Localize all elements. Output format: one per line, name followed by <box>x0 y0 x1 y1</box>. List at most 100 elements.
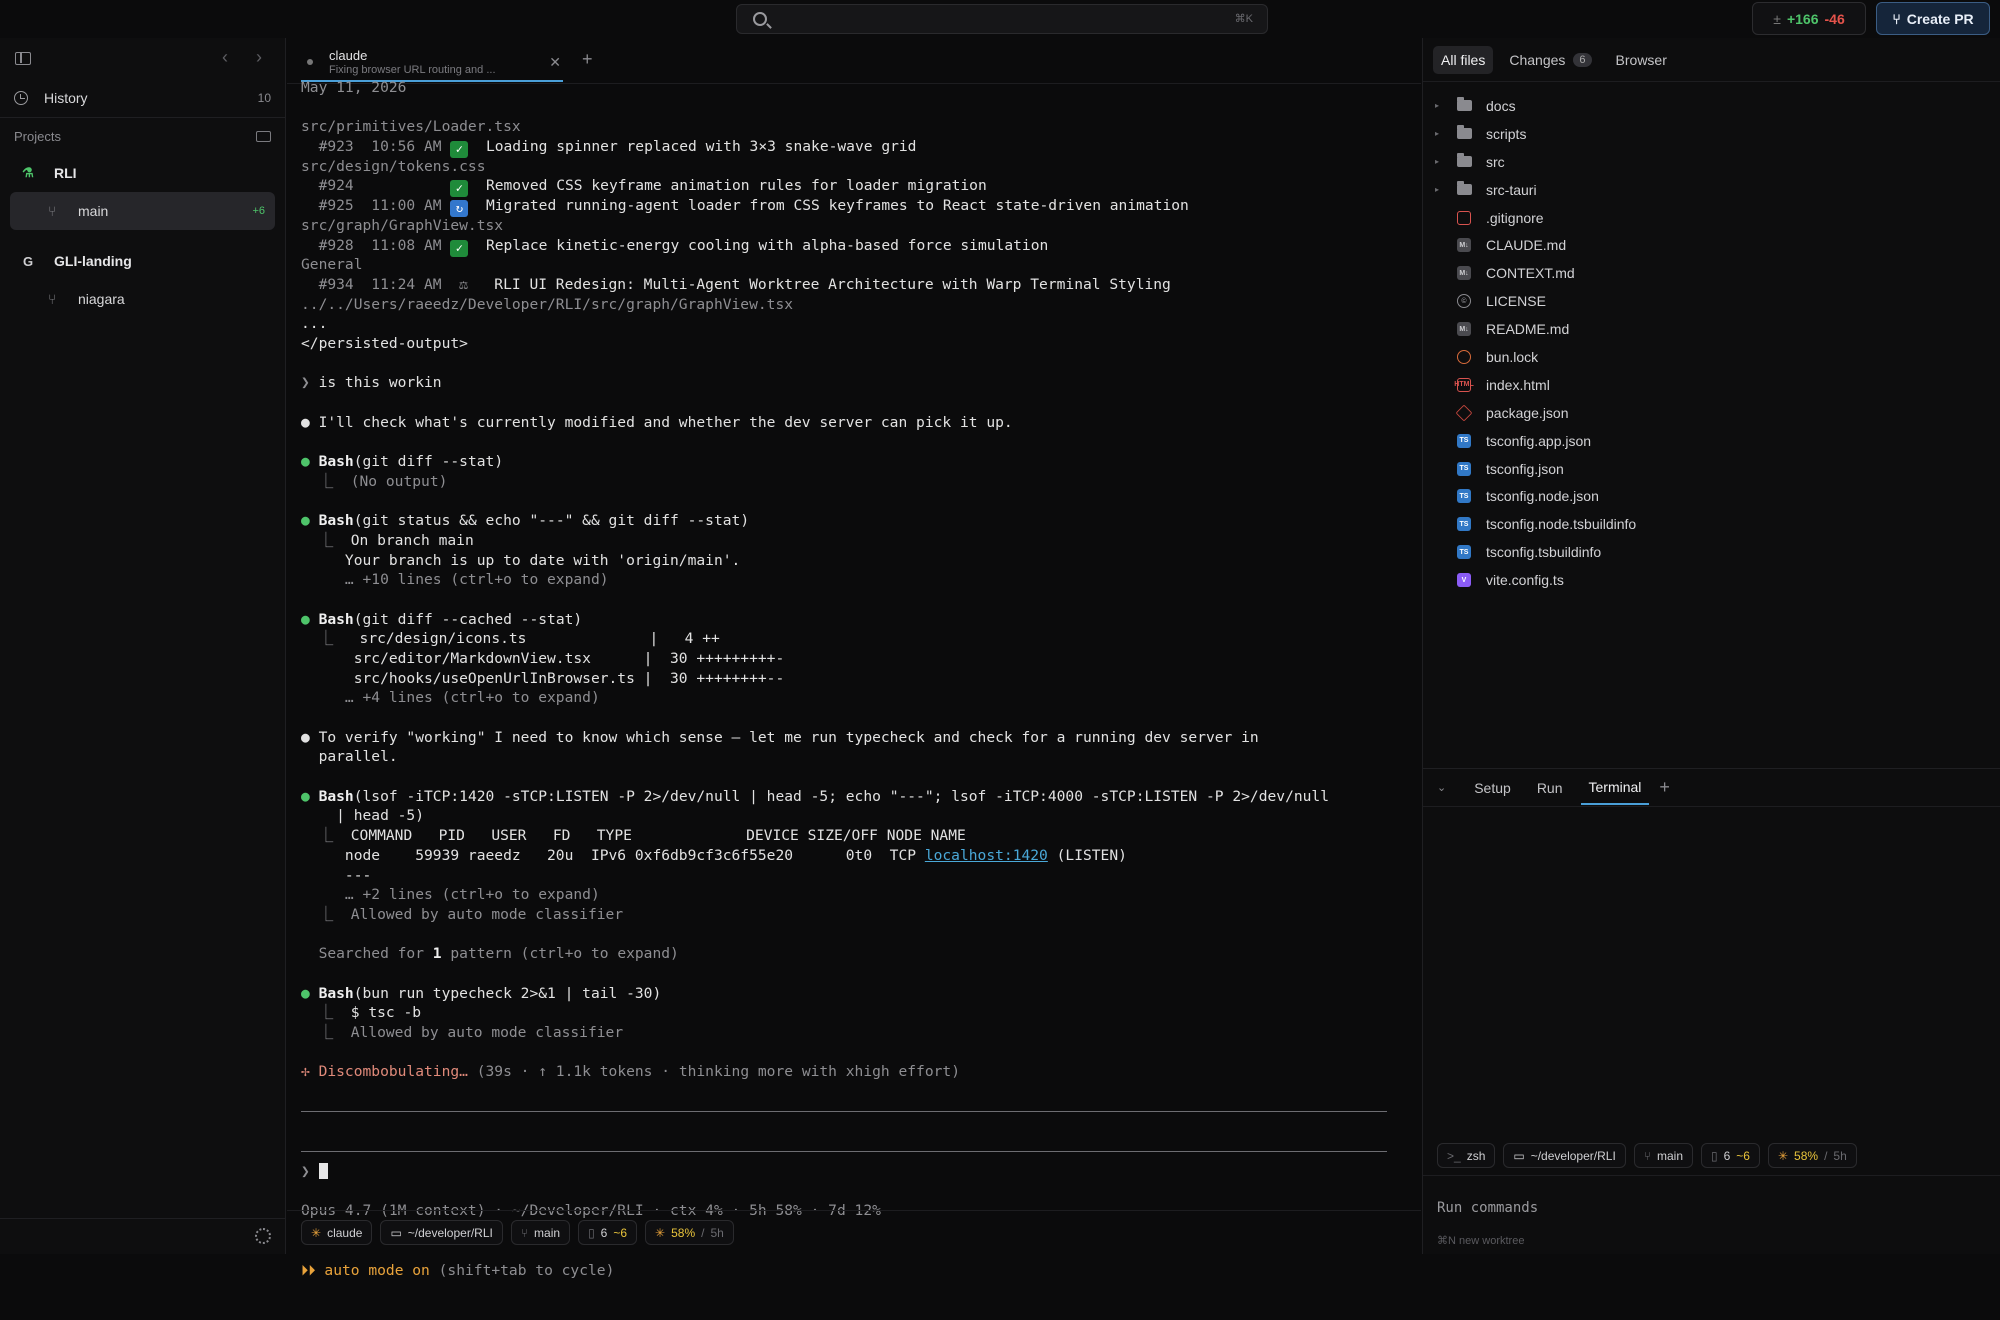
tab-terminal[interactable]: Terminal <box>1580 771 1650 805</box>
folder-item[interactable]: ▸ src-tauri <box>1423 176 2000 204</box>
terminal-line: ● To verify "working" I need to know whi… <box>301 728 1411 748</box>
diff-stats-button[interactable]: ± +166 -46 <box>1752 2 1866 35</box>
file-item[interactable]: TS tsconfig.json <box>1423 455 2000 483</box>
usage-pill[interactable]: ✳ 58%/5h <box>645 1220 734 1245</box>
terminal-line: src/primitives/Loader.tsx <box>301 117 1411 137</box>
terminal-text: ⎿ <box>301 1004 351 1022</box>
settings-gear-icon[interactable] <box>255 1228 271 1244</box>
usage-pill[interactable]: ✳ 58%/5h <box>1767 1143 1857 1168</box>
branch-pill[interactable]: ⑂ main <box>510 1220 571 1245</box>
right-panel: All files Changes 6 Browser ▸ docs ▸ scripts… <box>1422 38 2000 1254</box>
file-item[interactable]: bun.lock <box>1423 343 2000 371</box>
terminal-line: ⎿ On branch main <box>301 531 1411 551</box>
run-commands-input[interactable]: Run commands <box>1437 1200 1538 1216</box>
file-item[interactable]: package.json <box>1423 399 2000 427</box>
localhost-link[interactable]: localhost:1420 <box>925 847 1048 864</box>
terminal-text: ⎿ <box>301 531 351 549</box>
file-item[interactable]: TS tsconfig.tsbuildinfo <box>1423 538 2000 566</box>
terminal-text: ⎿ Allowed by auto mode classifier <box>301 1024 624 1041</box>
toggle-sidebar-icon[interactable] <box>15 52 31 65</box>
agent-name: claude <box>327 1225 363 1240</box>
diff-added: +166 <box>1786 10 1819 27</box>
history-item[interactable]: History 10 <box>0 78 285 118</box>
file-item[interactable]: © LICENSE <box>1423 287 2000 315</box>
files-pill[interactable]: ▯ 6 ~6 <box>578 1220 638 1245</box>
file-icon: ▯ <box>1711 1148 1718 1163</box>
project-gli-landing[interactable]: G GLI-landing <box>0 242 285 280</box>
terminal-text: ✢ Discombobulating… <box>301 1063 477 1081</box>
expand-arrow-icon[interactable]: ▸ <box>1435 129 1449 138</box>
add-terminal-plus-icon[interactable]: + <box>1659 777 1670 798</box>
terminal-text: Bash <box>318 453 354 471</box>
file-item[interactable]: HTML index.html <box>1423 371 2000 399</box>
file-item[interactable]: TS tsconfig.app.json <box>1423 427 2000 455</box>
add-project-icon[interactable] <box>256 131 271 142</box>
terminal-text: is this workin <box>318 374 442 392</box>
tab-claude[interactable]: claude Fixing browser URL routing and ..… <box>301 45 563 82</box>
terminal-text: --- <box>301 866 372 884</box>
terminal-line: ● Bash(bun run typecheck 2>&1 | tail -30… <box>301 984 1411 1004</box>
tab-all-files[interactable]: All files <box>1433 45 1494 74</box>
branch-icon: ⑂ <box>520 1225 529 1240</box>
collapse-chevron-icon[interactable]: ⌄ <box>1437 781 1446 794</box>
terminal-line: ../../Users/raeedz/Developer/RLI/src/gra… <box>301 295 1411 315</box>
expand-arrow-icon[interactable]: ▸ <box>1435 185 1449 194</box>
mode-line[interactable]: ⏵⏵ auto mode on (shift+tab to cycle) <box>301 1261 1411 1281</box>
file-item[interactable]: TS tsconfig.node.json <box>1423 482 2000 510</box>
terminal-line: … +2 lines (ctrl+o to expand) <box>301 885 1411 905</box>
file-item[interactable]: M↓ CONTEXT.md <box>1423 259 2000 287</box>
expand-arrow-icon[interactable]: ▸ <box>1435 101 1449 110</box>
tab-run[interactable]: Run <box>1529 772 1571 804</box>
shell-pill[interactable]: >_ zsh <box>1437 1143 1496 1168</box>
terminal-line: | head -5) <box>301 806 1411 826</box>
create-pr-button[interactable]: ⑂ Create PR <box>1876 2 1990 35</box>
agent-pill[interactable]: ✳ claude <box>301 1220 373 1245</box>
new-tab-plus-icon[interactable]: + <box>582 49 593 70</box>
path-pill[interactable]: ▭ ~/developer/RLI <box>1503 1143 1626 1168</box>
forward-arrow-icon[interactable]: › <box>256 47 262 68</box>
files-count: 6 <box>1723 1148 1731 1163</box>
folder-item[interactable]: ▸ src <box>1423 148 2000 176</box>
file-item[interactable]: M↓ README.md <box>1423 315 2000 343</box>
file-name: docs <box>1486 97 1516 114</box>
back-arrow-icon[interactable]: ‹ <box>222 47 228 68</box>
terminal-output[interactable]: May 11, 2026 src/primitives/Loader.tsx #9… <box>301 78 1411 1082</box>
branch-pill[interactable]: ⑂ main <box>1633 1143 1693 1168</box>
expand-arrow-icon[interactable]: ▸ <box>1435 157 1449 166</box>
close-tab-icon[interactable]: ✕ <box>549 54 561 71</box>
terminal-text: (git status && echo "---" && git diff --… <box>353 512 750 530</box>
diff-removed: -46 <box>1824 10 1845 27</box>
file-item[interactable]: Vvite.config.ts <box>1423 566 2000 594</box>
terminal-text: Bash <box>318 984 354 1002</box>
project-rli[interactable]: ⚗ RLI <box>0 154 285 192</box>
tab-setup[interactable]: Setup <box>1466 772 1519 804</box>
tab-browser[interactable]: Browser <box>1608 46 1675 74</box>
terminal-line: ● Bash(git diff --stat) <box>301 452 1411 472</box>
folder-item[interactable]: ▸ scripts <box>1423 120 2000 148</box>
terminal-line: May 11, 2026 <box>301 78 1411 98</box>
worktree-niagara[interactable]: ⑂ niagara <box>10 280 275 318</box>
sidebar-divider <box>0 1218 286 1219</box>
terminal-line: ❯ is this workin <box>301 373 1411 393</box>
file-name: index.html <box>1486 376 1550 393</box>
worktree-label: main <box>78 203 109 219</box>
asterisk-icon: ✳ <box>1777 1148 1789 1163</box>
tab-changes[interactable]: Changes 6 <box>1501 46 1599 74</box>
file-item[interactable]: M↓ CLAUDE.md <box>1423 231 2000 259</box>
folder-item[interactable]: ▸ docs <box>1423 92 2000 120</box>
tab-title: claude <box>329 48 368 63</box>
search-input[interactable]: ⌘K <box>736 4 1268 34</box>
path-pill[interactable]: ▭ ~/developer/RLI <box>380 1220 503 1245</box>
file-name: tsconfig.node.json <box>1486 488 1599 505</box>
worktree-main[interactable]: ⑂ main +6 <box>10 192 275 230</box>
files-pill[interactable]: ▯ 6 ~6 <box>1701 1143 1760 1168</box>
terminal-line: src/design/tokens.css <box>301 157 1411 177</box>
file-item[interactable]: .gitignore <box>1423 204 2000 232</box>
file-item[interactable]: TS tsconfig.node.tsbuildinfo <box>1423 510 2000 538</box>
terminal-text: pattern (ctrl+o to expand) <box>441 945 679 963</box>
terminal-text: (bun run typecheck 2>&1 | tail -30) <box>353 984 662 1002</box>
